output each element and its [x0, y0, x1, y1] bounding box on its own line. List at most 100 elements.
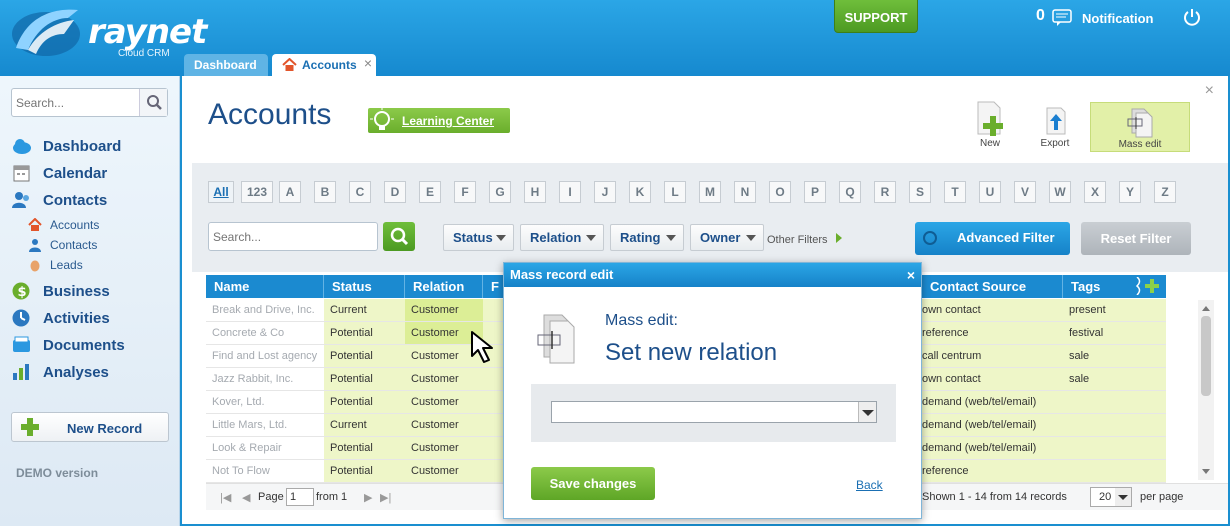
alpha-filter-all[interactable]: All: [208, 181, 234, 203]
cell-status: Potential: [324, 391, 405, 413]
sidebar-item-business[interactable]: $ Business: [12, 281, 172, 303]
alpha-filter-letter[interactable]: D: [384, 181, 406, 203]
relation-filter-button[interactable]: Relation: [520, 224, 604, 251]
calendar-icon: [13, 165, 30, 182]
back-link[interactable]: Back: [856, 478, 883, 492]
per-page-select[interactable]: 20: [1090, 487, 1132, 507]
reset-filter-button[interactable]: Reset Filter: [1081, 222, 1191, 255]
tab-accounts[interactable]: Accounts ×: [272, 54, 376, 76]
alpha-filter-letter[interactable]: A: [279, 181, 301, 203]
new-record-button[interactable]: New Record: [11, 412, 169, 442]
sidebar-search-input[interactable]: [12, 89, 132, 116]
other-filters-link[interactable]: Other Filters: [767, 233, 843, 246]
sidebar-item-label: Business: [43, 283, 110, 300]
alpha-filter-letter[interactable]: I: [559, 181, 581, 203]
alpha-filter-letter[interactable]: E: [419, 181, 441, 203]
sidebar-search: [11, 88, 168, 117]
alpha-filter-letter[interactable]: M: [699, 181, 721, 203]
scrollbar-thumb[interactable]: [1201, 316, 1211, 396]
alpha-filter-letter[interactable]: L: [664, 181, 686, 203]
advanced-filter-label: Advanced Filter: [957, 230, 1055, 245]
alpha-filter-letter[interactable]: Q: [839, 181, 861, 203]
save-changes-button[interactable]: Save changes: [531, 467, 655, 500]
add-column-icon[interactable]: [1134, 277, 1162, 295]
cell-name: Concrete & Co: [212, 327, 285, 339]
alpha-filter-letter[interactable]: R: [874, 181, 896, 203]
dialog-subtitle: Mass edit:: [605, 312, 678, 329]
previous-page-icon[interactable]: ◀: [242, 491, 250, 504]
alpha-filter-letter[interactable]: N: [734, 181, 756, 203]
logo-swoosh-icon: [12, 9, 80, 56]
alpha-filter-letter[interactable]: S: [909, 181, 931, 203]
status-filter-button[interactable]: Status: [443, 224, 514, 251]
alpha-filter-123[interactable]: 123: [241, 181, 273, 203]
contacts-icon: [12, 192, 29, 208]
vertical-scrollbar[interactable]: [1198, 300, 1214, 480]
advanced-filter-button[interactable]: Advanced Filter: [915, 222, 1070, 255]
alpha-filter-letter[interactable]: O: [769, 181, 791, 203]
alpha-filter-letter[interactable]: U: [979, 181, 1001, 203]
status-filter-label: Status: [453, 230, 493, 245]
alpha-filter-letter[interactable]: Z: [1154, 181, 1176, 203]
alpha-filter-letter[interactable]: Y: [1119, 181, 1141, 203]
last-page-icon[interactable]: ▶|: [380, 491, 391, 504]
page-number-input[interactable]: 1: [286, 488, 314, 506]
page-label: Page: [258, 491, 284, 503]
column-header-relation[interactable]: Relation: [405, 275, 483, 298]
tab-close-icon[interactable]: ×: [364, 52, 372, 74]
alpha-filter-letter[interactable]: H: [524, 181, 546, 203]
power-icon[interactable]: [1183, 8, 1201, 26]
sidebar-item-documents[interactable]: Documents: [12, 335, 172, 357]
demo-version-label: DEMO version: [16, 466, 99, 480]
support-button[interactable]: SUPPORT: [834, 0, 918, 33]
alpha-filter-letter[interactable]: P: [804, 181, 826, 203]
dollar-icon: $: [12, 282, 30, 300]
export-button[interactable]: Export: [1033, 100, 1077, 154]
sidebar: Dashboard Calendar Contacts Accounts Con…: [0, 76, 180, 526]
first-page-icon[interactable]: |◀: [220, 491, 231, 504]
cell-name: Break and Drive, Inc.: [212, 304, 315, 316]
column-header-name[interactable]: Name: [206, 275, 324, 298]
sidebar-search-button[interactable]: [139, 89, 167, 116]
list-search-input[interactable]: [209, 223, 369, 250]
sidebar-item-contacts[interactable]: Contacts: [12, 190, 172, 212]
sidebar-item-analyses[interactable]: Analyses: [12, 362, 172, 384]
chevron-down-icon: [746, 235, 756, 241]
list-search-button[interactable]: [383, 222, 415, 251]
tab-dashboard[interactable]: Dashboard: [184, 54, 268, 76]
column-header-status[interactable]: Status: [324, 275, 405, 298]
page-total-label: from 1: [316, 491, 348, 503]
new-button[interactable]: New: [968, 100, 1012, 154]
alpha-filter-letter[interactable]: G: [489, 181, 511, 203]
next-page-icon[interactable]: ▶: [364, 491, 372, 504]
alpha-filter-letter[interactable]: J: [594, 181, 616, 203]
sidebar-item-dashboard[interactable]: Dashboard: [12, 136, 172, 158]
alpha-filter-letter[interactable]: X: [1084, 181, 1106, 203]
scroll-down-icon[interactable]: [1198, 466, 1214, 478]
sidebar-item-calendar[interactable]: Calendar: [12, 163, 172, 185]
svg-text:$: $: [18, 285, 27, 300]
alpha-filter-letter[interactable]: V: [1014, 181, 1036, 203]
chat-bubble-icon[interactable]: [1052, 9, 1072, 27]
alpha-filter-letter[interactable]: K: [629, 181, 651, 203]
column-header-contact-source[interactable]: Contact Source: [922, 275, 1063, 298]
close-icon[interactable]: ×: [1205, 82, 1214, 100]
alpha-filter-letter[interactable]: W: [1049, 181, 1071, 203]
scroll-up-icon[interactable]: [1198, 302, 1214, 314]
alpha-filter-letter[interactable]: B: [314, 181, 336, 203]
alpha-filter-letter[interactable]: F: [454, 181, 476, 203]
close-icon[interactable]: ×: [907, 263, 915, 287]
learning-center-button[interactable]: Learning Center: [368, 108, 510, 133]
brand-name: raynet: [88, 12, 207, 52]
notification-label[interactable]: Notification: [1082, 11, 1154, 26]
alpha-filter-letter[interactable]: T: [944, 181, 966, 203]
per-page-value: 20: [1099, 491, 1112, 503]
relation-select[interactable]: [551, 401, 877, 423]
sidebar-item-activities[interactable]: Activities: [12, 308, 172, 330]
cell-tags: [1063, 391, 1166, 413]
raynet-logo[interactable]: raynet Cloud CRM: [8, 4, 207, 64]
alpha-filter-letter[interactable]: C: [349, 181, 371, 203]
owner-filter-button[interactable]: Owner: [690, 224, 764, 251]
mass-edit-button[interactable]: Mass edit: [1090, 102, 1190, 152]
rating-filter-button[interactable]: Rating: [610, 224, 684, 251]
